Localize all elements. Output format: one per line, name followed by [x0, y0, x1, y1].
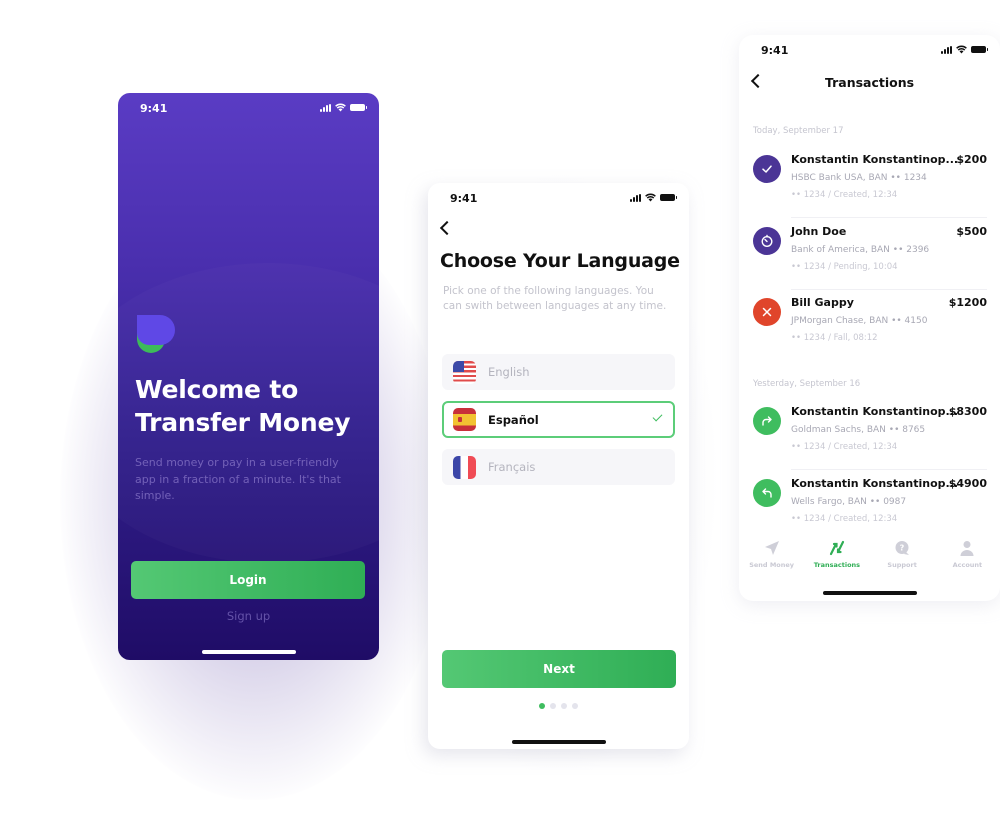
pagination-dots — [428, 703, 689, 709]
transaction-amount: $500 — [956, 225, 987, 238]
home-indicator[interactable] — [201, 650, 296, 654]
transaction-bank: Wells Fargo, BAN •• 0987 — [791, 497, 907, 507]
transaction-bank: Goldman Sachs, BAN •• 8765 — [791, 425, 926, 435]
welcome-screen: 9:41 Welcome to Transfer Money Send mone… — [118, 93, 379, 660]
wifi-icon — [645, 193, 656, 202]
transaction-row[interactable]: Konstantin Konstantinop... $200 HSBC Ban… — [753, 152, 987, 218]
next-button[interactable]: Next — [442, 650, 676, 688]
transaction-name: Konstantin Konstantinop... — [791, 477, 959, 490]
battery-icon — [971, 46, 988, 53]
signal-icon — [630, 193, 641, 202]
divider — [791, 469, 987, 470]
welcome-title: Welcome to Transfer Money — [135, 375, 351, 437]
page-dot[interactable] — [561, 703, 567, 709]
es-flag-icon — [453, 408, 476, 431]
welcome-subtitle: Send money or pay in a user-friendly app… — [135, 456, 341, 502]
divider — [791, 217, 987, 218]
transaction-bank: Bank of America, BAN •• 2396 — [791, 245, 930, 255]
transaction-bank: HSBC Bank USA, BAN •• 1234 — [791, 173, 927, 183]
language-screen: 9:41 Choose Your Language Pick one of th… — [428, 183, 689, 749]
wifi-icon — [335, 103, 346, 112]
transaction-meta: •• 1234 / Fall, 08:12 — [791, 333, 878, 343]
transaction-amount: $1200 — [948, 296, 987, 309]
page-dot[interactable] — [550, 703, 556, 709]
page-subtitle: Pick one of the following languages. You… — [443, 285, 667, 312]
transaction-amount: $4900 — [948, 477, 987, 490]
app-logo-icon — [137, 315, 177, 353]
transactions-icon — [829, 540, 844, 556]
status-bar: 9:41 — [428, 183, 689, 213]
transaction-row[interactable]: John Doe $500 Bank of America, BAN •• 23… — [753, 224, 987, 290]
support-icon: ? — [895, 541, 910, 555]
bottom-tab-bar: Send Money Transactions ? Support Accoun… — [739, 540, 1000, 580]
transaction-amount: $200 — [956, 153, 987, 166]
tab-transactions[interactable]: Transactions — [804, 540, 869, 580]
status-time: 9:41 — [140, 102, 168, 115]
language-option-francais[interactable]: Français — [442, 449, 675, 485]
page-title: Transactions — [824, 75, 915, 90]
us-flag-icon — [453, 360, 476, 384]
tab-account[interactable]: Account — [935, 540, 1000, 580]
send-icon — [764, 541, 779, 555]
transaction-row[interactable]: Konstantin Konstantinop... $4900 Wells F… — [753, 476, 987, 542]
transaction-bank: JPMorgan Chase, BAN •• 4150 — [791, 316, 928, 326]
section-label-today: Today, September 17 — [753, 126, 844, 136]
tab-support[interactable]: ? Support — [870, 540, 935, 580]
tab-send-money[interactable]: Send Money — [739, 540, 804, 580]
transactions-screen: 9:41 Transactions Today, September 17 Ko… — [739, 35, 1000, 601]
transaction-amount: $8300 — [948, 405, 987, 418]
home-indicator[interactable] — [511, 740, 606, 744]
login-button[interactable]: Login — [131, 561, 365, 599]
battery-icon — [660, 194, 677, 201]
status-bar: 9:41 — [118, 93, 379, 123]
transaction-row[interactable]: Bill Gappy $1200 JPMorgan Chase, BAN •• … — [753, 295, 987, 361]
transaction-row[interactable]: Konstantin Konstantinop... $8300 Goldman… — [753, 404, 987, 470]
transaction-meta: •• 1234 / Created, 12:34 — [791, 442, 898, 452]
close-icon — [753, 298, 781, 326]
check-icon — [753, 155, 781, 183]
transaction-meta: •• 1234 / Created, 12:34 — [791, 190, 898, 200]
status-time: 9:41 — [450, 192, 478, 205]
page-dot[interactable] — [539, 703, 545, 709]
section-label-yesterday: Yesterday, September 16 — [753, 379, 861, 389]
page-title: Choose Your Language — [440, 250, 680, 272]
status-bar: 9:41 — [739, 35, 1000, 65]
transaction-name: Bill Gappy — [791, 296, 854, 309]
transaction-name: John Doe — [791, 225, 847, 238]
check-icon — [652, 411, 663, 422]
forward-arrow-icon — [753, 407, 781, 435]
transaction-meta: •• 1234 / Pending, 10:04 — [791, 262, 898, 272]
transaction-name: Konstantin Konstantinop... — [791, 405, 959, 418]
wifi-icon — [956, 45, 967, 54]
timer-icon — [753, 227, 781, 255]
fr-flag-icon — [453, 455, 476, 479]
divider — [791, 289, 987, 290]
battery-icon — [350, 104, 367, 111]
language-option-espanol[interactable]: Español — [442, 401, 675, 438]
svg-text:?: ? — [900, 544, 905, 553]
back-button[interactable] — [438, 220, 454, 238]
language-option-english[interactable]: English — [442, 354, 675, 390]
signal-icon — [941, 45, 952, 54]
signup-link[interactable]: Sign up — [118, 609, 379, 623]
account-icon — [960, 541, 974, 556]
reply-arrow-icon — [753, 479, 781, 507]
signal-icon — [320, 103, 331, 112]
transaction-meta: •• 1234 / Created, 12:34 — [791, 514, 898, 524]
status-time: 9:41 — [761, 44, 789, 57]
page-dot[interactable] — [572, 703, 578, 709]
transaction-name: Konstantin Konstantinop... — [791, 153, 959, 166]
home-indicator[interactable] — [822, 591, 917, 595]
